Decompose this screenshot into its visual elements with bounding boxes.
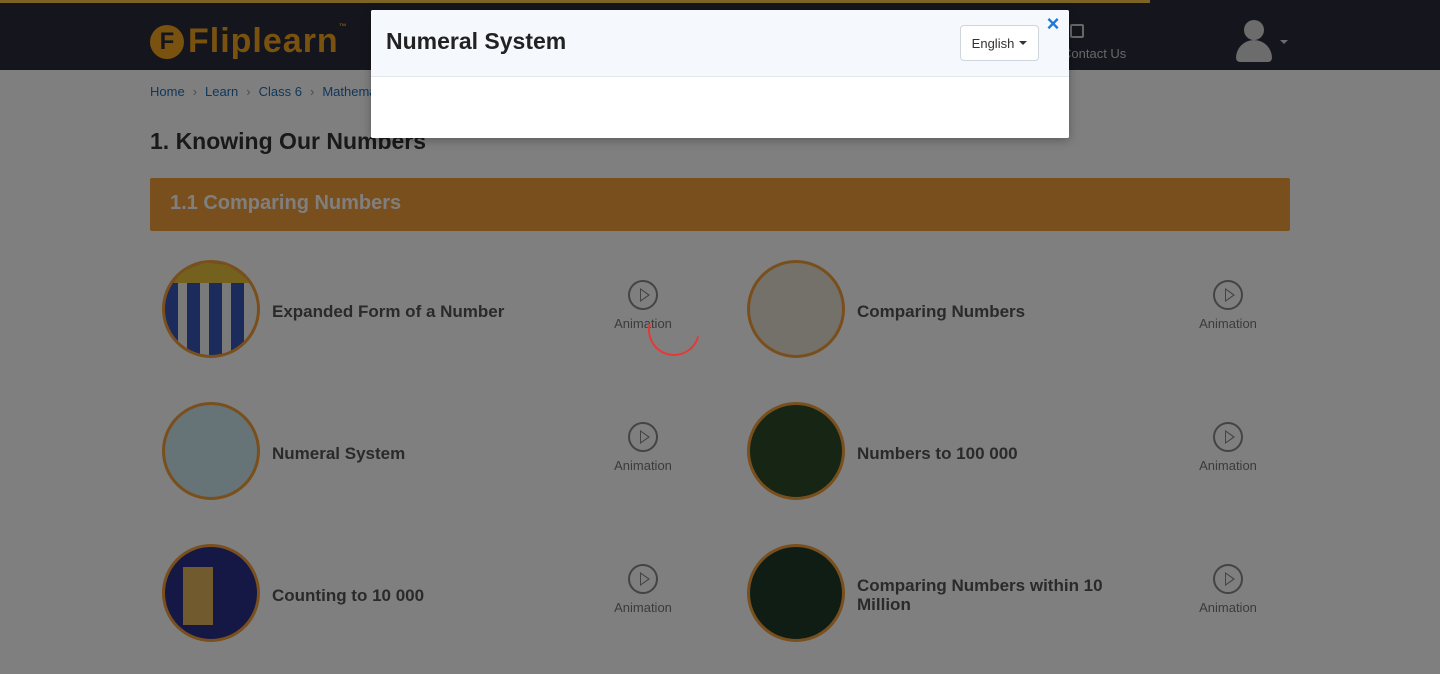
modal-body	[371, 77, 1069, 138]
modal-header: Numeral System English ×	[371, 10, 1069, 77]
modal-title: Numeral System	[386, 28, 567, 54]
language-label: English	[971, 35, 1015, 51]
language-dropdown[interactable]: English	[960, 25, 1039, 61]
close-icon[interactable]: ×	[1043, 12, 1063, 36]
chevron-down-icon	[1019, 41, 1028, 45]
video-modal: Numeral System English ×	[371, 10, 1069, 138]
